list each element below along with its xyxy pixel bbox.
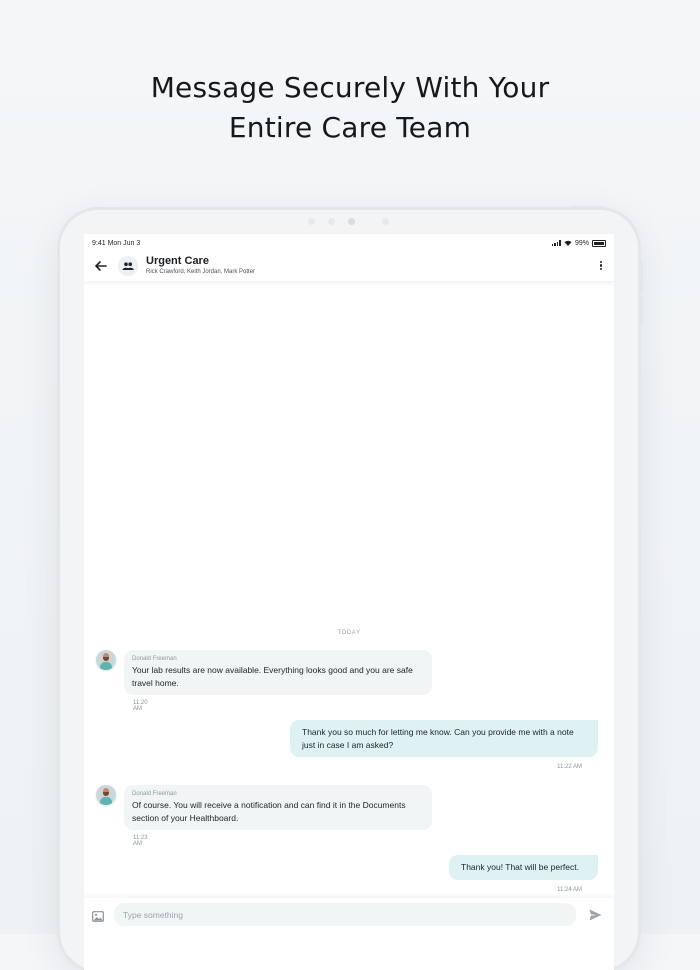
device-side-button bbox=[639, 262, 643, 292]
sender-name: Donald Freeman bbox=[132, 656, 177, 662]
message-input[interactable] bbox=[114, 903, 576, 926]
message-time: 11:23 AM bbox=[133, 835, 148, 847]
attach-image-button[interactable] bbox=[92, 909, 104, 922]
group-avatar[interactable] bbox=[118, 255, 138, 276]
message-time: 11:22 AM bbox=[557, 764, 582, 770]
device-top-button bbox=[570, 206, 604, 210]
chat-members: Rick Crawford, Keith Jordan, Mark Potter bbox=[146, 268, 256, 275]
status-time-date: 9:41 Mon Jun 3 bbox=[92, 240, 140, 247]
headline-line-1: Message Securely With Your bbox=[150, 71, 550, 104]
message-bubble: Donald Freeman Your lab results are now … bbox=[124, 650, 432, 695]
message-time: 11:20 AM bbox=[133, 700, 148, 712]
signal-icon bbox=[551, 240, 561, 246]
battery-percent: 99% bbox=[574, 239, 589, 247]
sensor-dot bbox=[382, 218, 389, 225]
message-outgoing: Thank you! That will be perfect. bbox=[449, 855, 598, 880]
group-icon bbox=[122, 261, 134, 270]
arrow-left-icon bbox=[95, 260, 107, 271]
message-text: Of course. You will receive a notificati… bbox=[132, 800, 406, 823]
send-icon bbox=[589, 909, 602, 921]
marketing-headline: Message Securely With Your Entire Care T… bbox=[0, 68, 700, 148]
message-text: Thank you so much for letting me know. C… bbox=[302, 727, 574, 750]
message-text: Thank you! That will be perfect. bbox=[461, 862, 579, 872]
battery-icon bbox=[592, 239, 606, 247]
chat-header: Urgent Care Rick Crawford, Keith Jordan,… bbox=[84, 250, 614, 281]
status-bar: 9:41 Mon Jun 3 99% bbox=[84, 234, 614, 250]
camera-dot bbox=[348, 218, 355, 225]
status-time: 9:41 bbox=[92, 239, 106, 247]
message-composer bbox=[84, 898, 614, 938]
message-bubble: Donald Freeman Of course. You will recei… bbox=[124, 785, 432, 830]
message-time: 11:24 AM bbox=[557, 887, 582, 893]
image-icon bbox=[92, 911, 104, 922]
message-text: Your lab results are now available. Ever… bbox=[132, 665, 413, 688]
sensor-dot bbox=[308, 218, 315, 225]
sender-avatar[interactable] bbox=[96, 785, 116, 805]
back-button[interactable] bbox=[94, 259, 108, 273]
sender-name: Donald Freeman bbox=[132, 791, 177, 797]
chat-title: Urgent Care bbox=[146, 254, 209, 267]
more-vertical-icon bbox=[599, 260, 603, 263]
status-indicators: 99% bbox=[551, 239, 606, 247]
sensor-dot bbox=[328, 218, 335, 225]
date-divider: TODAY bbox=[337, 630, 361, 636]
sender-avatar[interactable] bbox=[96, 650, 116, 670]
wifi-icon bbox=[564, 240, 572, 246]
app-screen: 9:41 Mon Jun 3 99% Urgent Care Rick Craw… bbox=[84, 234, 614, 970]
device-side-button bbox=[639, 296, 643, 326]
message-outgoing: Thank you so much for letting me know. C… bbox=[290, 720, 598, 757]
more-options-button[interactable] bbox=[596, 258, 606, 274]
headline-line-2: Entire Care Team bbox=[228, 111, 472, 144]
tablet-device-frame: 9:41 Mon Jun 3 99% Urgent Care Rick Craw… bbox=[60, 206, 643, 970]
status-date: Mon Jun 3 bbox=[107, 239, 141, 247]
chat-title-block[interactable]: Urgent Care Rick Crawford, Keith Jordan,… bbox=[146, 255, 596, 277]
send-button[interactable] bbox=[589, 908, 603, 922]
message-feed[interactable]: TODAY Donald Freeman Your lab results ar… bbox=[84, 279, 614, 896]
